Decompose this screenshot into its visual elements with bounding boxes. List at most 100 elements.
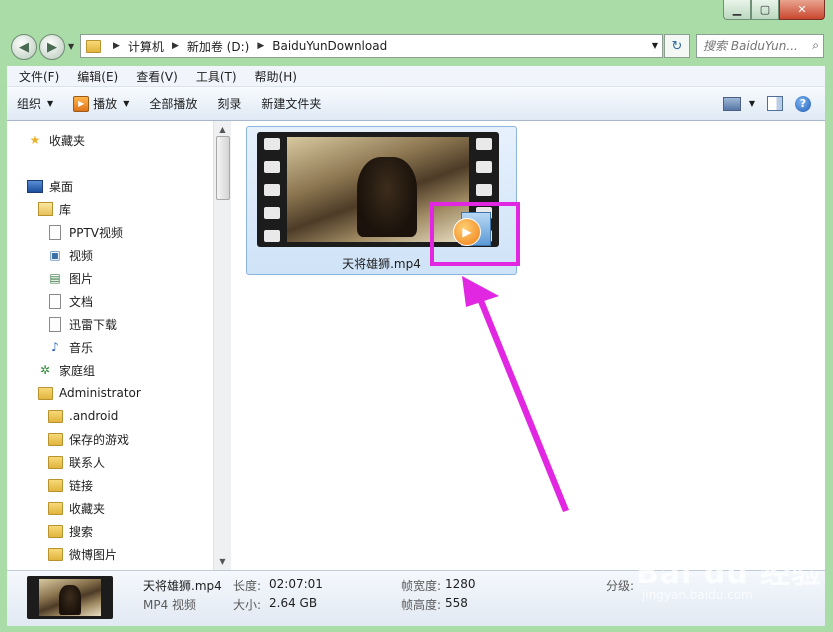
address-bar[interactable]: ▶ 计算机 ▶ 新加卷 (D:) ▶ BaiduYunDownload ▼ — [80, 34, 663, 58]
menu-tools[interactable]: 工具(T) — [184, 68, 243, 85]
menu-view[interactable]: 查看(V) — [124, 68, 184, 85]
address-dropdown-icon[interactable]: ▼ — [652, 41, 658, 50]
nav-music-label: 音乐 — [69, 340, 94, 355]
refresh-button[interactable]: ↻ — [664, 34, 690, 58]
chevron-right-icon[interactable]: ▶ — [107, 41, 126, 51]
dropdown-arrow-icon: ▼ — [123, 99, 130, 108]
breadcrumb-folder[interactable]: BaiduYunDownload — [270, 39, 389, 53]
preview-pane-icon[interactable] — [767, 96, 783, 111]
explorer-window: ▁ ▢ ✕ ◀ ▶ ▼ ▶ 计算机 ▶ 新加卷 (D:) ▶ BaiduYunD… — [0, 0, 833, 632]
search-icon[interactable]: ⌕ — [812, 38, 819, 53]
window-controls: ▁ ▢ ✕ — [723, 0, 825, 20]
nav-links[interactable]: 链接 — [47, 474, 93, 496]
title-bar: ▁ ▢ ✕ — [0, 0, 833, 30]
help-icon[interactable]: ? — [795, 95, 811, 112]
nav-android[interactable]: .android — [47, 405, 118, 427]
organize-label: 组织 — [17, 97, 42, 111]
nav-music[interactable]: ♪ 音乐 — [47, 336, 93, 358]
maximize-button[interactable]: ▢ — [751, 0, 779, 20]
command-bar: 组织 ▼ ▶ 播放 ▼ 全部播放 刻录 新建文件夹 ▼ ? — [7, 87, 825, 121]
details-file-name: 天将雄狮.mp4 — [143, 579, 222, 593]
search-input[interactable] — [697, 38, 805, 54]
scroll-down-icon[interactable]: ▼ — [214, 553, 231, 570]
menu-edit[interactable]: 编辑(E) — [65, 68, 124, 85]
picture-icon: ▤ — [49, 271, 61, 285]
details-size-label: 大小: — [233, 598, 262, 612]
view-dropdown-icon[interactable]: ▼ — [749, 99, 755, 108]
maximize-icon: ▢ — [759, 3, 771, 16]
chevron-right-icon[interactable]: ▶ — [251, 41, 270, 51]
close-button[interactable]: ✕ — [779, 0, 825, 20]
nav-thunder[interactable]: 迅雷下载 — [47, 313, 117, 335]
nav-library[interactable]: 库 — [37, 198, 71, 220]
folder-icon — [47, 478, 63, 492]
nav-thunder-label: 迅雷下载 — [69, 317, 118, 332]
nav-documents-label: 文档 — [69, 294, 94, 309]
new-folder-button[interactable]: 新建文件夹 — [251, 92, 331, 116]
nav-favorites[interactable]: ★ 收藏夹 — [27, 129, 85, 151]
nav-library-label: 库 — [59, 202, 72, 217]
nav-scrollbar[interactable]: ▲ ▼ — [213, 121, 231, 570]
back-arrow-icon: ◀ — [19, 39, 29, 55]
nav-desktop-label: 桌面 — [49, 179, 74, 194]
play-icon: ▶ — [73, 95, 90, 112]
nav-favorites-label: 收藏夹 — [49, 133, 86, 148]
burn-button[interactable]: 刻录 — [207, 92, 251, 116]
play-button[interactable]: ▶ 播放 ▼ — [63, 92, 139, 116]
forward-button[interactable]: ▶ — [39, 34, 65, 60]
nav-favorites-folder[interactable]: 收藏夹 — [47, 497, 105, 519]
nav-favorites-folder-label: 收藏夹 — [69, 501, 106, 516]
play-label: 播放 — [93, 97, 118, 111]
watermark: Bai du 经验 jingyan.baidu.com — [636, 548, 822, 602]
music-note-icon: ♪ — [51, 340, 59, 354]
details-rating-label: 分级: — [606, 579, 635, 593]
nav-administrator-label: Administrator — [59, 386, 141, 400]
folder-icon — [85, 39, 101, 53]
nav-pictures-label: 图片 — [69, 271, 94, 286]
folder-icon — [47, 409, 63, 423]
play-all-button[interactable]: 全部播放 — [139, 92, 207, 116]
refresh-icon: ↻ — [671, 38, 683, 54]
user-folder-icon — [37, 386, 53, 400]
menu-help[interactable]: 帮助(H) — [243, 68, 303, 85]
history-dropdown-icon[interactable]: ▼ — [68, 42, 74, 51]
minimize-button[interactable]: ▁ — [723, 0, 751, 20]
navigation-row: ◀ ▶ ▼ ▶ 计算机 ▶ 新加卷 (D:) ▶ BaiduYunDownloa… — [0, 31, 833, 61]
nav-pictures[interactable]: ▤ 图片 — [47, 267, 93, 289]
breadcrumb-drive-d[interactable]: 新加卷 (D:) — [185, 38, 251, 55]
document-icon — [47, 293, 63, 309]
folder-icon — [47, 547, 63, 561]
content-area: ★ 收藏夹 桌面 库 PPTV视频 ▣ 视频 ▤ 图片 文档 迅雷下载 ♪ 音乐… — [7, 121, 825, 570]
change-view-icon[interactable] — [722, 96, 741, 111]
menu-file[interactable]: 文件(F) — [7, 68, 65, 85]
details-length-label: 长度: — [233, 579, 262, 593]
organize-button[interactable]: 组织 ▼ — [7, 92, 63, 116]
watermark-main: Bai du 经验 — [636, 556, 823, 591]
nav-videos[interactable]: ▣ 视频 — [47, 244, 93, 266]
details-width-value: 1280 — [445, 577, 476, 591]
details-length-value: 02:07:01 — [269, 577, 323, 591]
document-icon — [47, 224, 63, 240]
video-icon: ▣ — [49, 248, 61, 262]
file-list: ▶ 天将雄狮.mp4 — [231, 121, 825, 570]
nav-contacts[interactable]: 联系人 — [47, 451, 105, 473]
breadcrumb-computer[interactable]: 计算机 — [126, 38, 166, 55]
nav-searches[interactable]: 搜索 — [47, 520, 93, 542]
nav-homegroup[interactable]: ✲ 家庭组 — [37, 359, 95, 381]
highlight-box — [430, 202, 520, 266]
nav-administrator[interactable]: Administrator — [37, 382, 141, 404]
chevron-right-icon[interactable]: ▶ — [166, 41, 185, 51]
nav-searches-label: 搜索 — [69, 524, 94, 539]
nav-saved-games[interactable]: 保存的游戏 — [47, 428, 129, 450]
nav-pptv[interactable]: PPTV视频 — [47, 221, 123, 243]
nav-documents[interactable]: 文档 — [47, 290, 93, 312]
nav-weibo-pics-label: 微博图片 — [69, 547, 118, 562]
nav-weibo-pics[interactable]: 微博图片 — [47, 543, 117, 565]
back-button[interactable]: ◀ — [11, 34, 37, 60]
close-icon: ✕ — [797, 3, 807, 16]
search-box[interactable]: ⌕ — [696, 34, 824, 58]
scroll-thumb[interactable] — [216, 136, 230, 200]
details-size-value: 2.64 GB — [269, 596, 318, 610]
document-icon — [47, 316, 63, 332]
nav-desktop[interactable]: 桌面 — [27, 175, 73, 197]
